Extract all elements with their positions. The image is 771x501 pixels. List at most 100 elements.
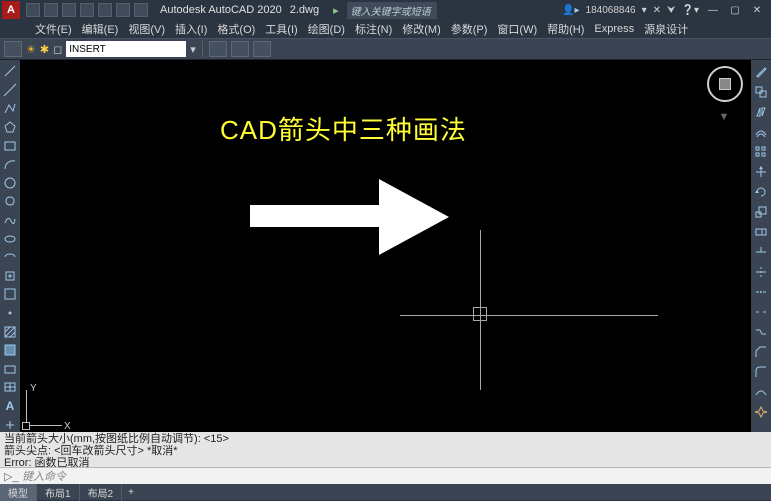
layer-freeze-icon[interactable]: ✱ [40, 43, 49, 56]
layer-properties-icon[interactable] [4, 41, 22, 57]
statusbar: 模型 布局1 布局2 + [0, 484, 771, 500]
arc-icon[interactable] [2, 157, 18, 172]
hatch-icon[interactable] [2, 324, 18, 339]
rectangle-icon[interactable] [2, 138, 18, 153]
signin-icon[interactable]: 👤▸ [562, 5, 579, 16]
chamfer-icon[interactable] [753, 344, 769, 360]
move-icon[interactable] [753, 164, 769, 180]
rotate-icon[interactable] [753, 184, 769, 200]
user-dropdown-icon[interactable]: ▾ [642, 5, 647, 16]
menu-param[interactable]: 参数(P) [446, 19, 493, 39]
block-icon[interactable] [209, 41, 227, 57]
menu-file[interactable]: 文件(E) [30, 19, 77, 39]
ribbon: ☀ ✱ ◻ INSERT ▾ [0, 38, 771, 60]
fillet-icon[interactable] [753, 364, 769, 380]
modify-toolbar [751, 60, 771, 432]
trim-icon[interactable] [753, 244, 769, 260]
blend-icon[interactable] [753, 384, 769, 400]
ellipse-arc-icon[interactable] [2, 250, 18, 265]
ellipse-icon[interactable] [2, 231, 18, 246]
cursor-pickbox [473, 307, 487, 321]
array-icon[interactable] [753, 144, 769, 160]
search-input[interactable]: 键入关键字或短语 [347, 2, 437, 19]
app-logo[interactable]: A [2, 1, 20, 19]
gradient-icon[interactable] [2, 343, 18, 358]
titlebar: A Autodesk AutoCAD 2020 2.dwg ▸ 键入关键字或短语… [0, 0, 771, 20]
close-button[interactable]: ✕ [749, 3, 765, 17]
menu-draw[interactable]: 绘图(D) [303, 19, 350, 39]
spline-icon[interactable] [2, 213, 18, 228]
cmd-line2: 箭头尖点: <回车改箭头尺寸> *取消* [4, 445, 767, 457]
viewcube[interactable] [707, 66, 743, 102]
extend-icon[interactable] [753, 264, 769, 280]
maximize-button[interactable]: ▢ [727, 3, 743, 17]
ucs-y-label: Y [30, 383, 37, 394]
help-icon[interactable]: ❔▾ [682, 5, 699, 16]
make-block-icon[interactable] [2, 287, 18, 302]
polyline-icon[interactable] [2, 101, 18, 116]
circle-icon[interactable] [2, 176, 18, 191]
tab-add-button[interactable]: + [122, 486, 140, 499]
exchange-icon[interactable]: ✕ [653, 5, 661, 16]
menu-view[interactable]: 视图(V) [123, 19, 170, 39]
break-icon[interactable] [753, 304, 769, 320]
command-input-row[interactable]: ▷_ 键入命令 [0, 468, 771, 484]
menu-modify[interactable]: 修改(M) [397, 19, 446, 39]
xline-icon[interactable] [2, 83, 18, 98]
insert-block-icon[interactable] [2, 269, 18, 284]
polygon-icon[interactable] [2, 120, 18, 135]
command-input[interactable]: 键入命令 [22, 468, 66, 484]
qat-undo-icon[interactable] [116, 3, 130, 17]
tab-model[interactable]: 模型 [0, 484, 37, 501]
menu-help[interactable]: 帮助(H) [542, 19, 589, 39]
table-icon[interactable] [2, 380, 18, 395]
menu-source[interactable]: 源泉设计 [639, 19, 693, 39]
region-icon[interactable] [2, 362, 18, 377]
erase-icon[interactable] [753, 64, 769, 80]
draw-toolbar: A [0, 60, 20, 432]
menu-edit[interactable]: 编辑(E) [77, 19, 124, 39]
addselected-icon[interactable] [2, 417, 18, 432]
qat-open-icon[interactable] [44, 3, 58, 17]
menu-format[interactable]: 格式(O) [212, 19, 260, 39]
stayconnected-icon[interactable]: ⮟ [667, 5, 676, 16]
qat-new-icon[interactable] [26, 3, 40, 17]
qat-plot-icon[interactable] [98, 3, 112, 17]
menu-play-icon[interactable]: ▸ [333, 4, 339, 17]
arrow-shaft [250, 205, 380, 227]
mirror-icon[interactable] [753, 104, 769, 120]
command-area: 当前箭头大小(mm,按图纸比例自动调节): <15> 箭头尖点: <回车改箭头尺… [0, 432, 771, 484]
layer-match-icon[interactable] [231, 41, 249, 57]
layer-lock-icon[interactable]: ◻ [53, 43, 62, 56]
sun-icon[interactable]: ☀ [26, 43, 36, 56]
qat-saveas-icon[interactable] [80, 3, 94, 17]
menu-express[interactable]: Express [589, 21, 639, 37]
join-icon[interactable] [753, 324, 769, 340]
tab-layout1[interactable]: 布局1 [37, 484, 80, 501]
point-icon[interactable] [2, 306, 18, 321]
stretch-icon[interactable] [753, 224, 769, 240]
menu-insert[interactable]: 插入(I) [170, 19, 212, 39]
line-icon[interactable] [2, 64, 18, 79]
navbar-icon[interactable]: ▼ [711, 106, 737, 128]
layer-tool-icon[interactable] [253, 41, 271, 57]
combo-dropdown-icon[interactable]: ▾ [190, 43, 196, 56]
command-combo[interactable]: INSERT [66, 41, 186, 57]
menu-tools[interactable]: 工具(I) [260, 19, 302, 39]
offset-icon[interactable] [753, 124, 769, 140]
menu-dimension[interactable]: 标注(N) [350, 19, 397, 39]
mtext-icon[interactable]: A [2, 399, 18, 414]
menu-window[interactable]: 窗口(W) [492, 19, 542, 39]
minimize-button[interactable]: — [705, 3, 721, 17]
scale-icon[interactable] [753, 204, 769, 220]
revcloud-icon[interactable] [2, 194, 18, 209]
qat-save-icon[interactable] [62, 3, 76, 17]
break-at-point-icon[interactable] [753, 284, 769, 300]
tab-layout2[interactable]: 布局2 [80, 484, 123, 501]
explode-icon[interactable] [753, 404, 769, 420]
cmd-line1: 当前箭头大小(mm,按图纸比例自动调节): <15> [4, 433, 767, 445]
copy-icon[interactable] [753, 84, 769, 100]
drawing-canvas[interactable]: CAD箭头中三种画法 X Y ▼ [20, 60, 751, 432]
user-label[interactable]: 184068846 [586, 5, 636, 16]
qat-redo-icon[interactable] [134, 3, 148, 17]
